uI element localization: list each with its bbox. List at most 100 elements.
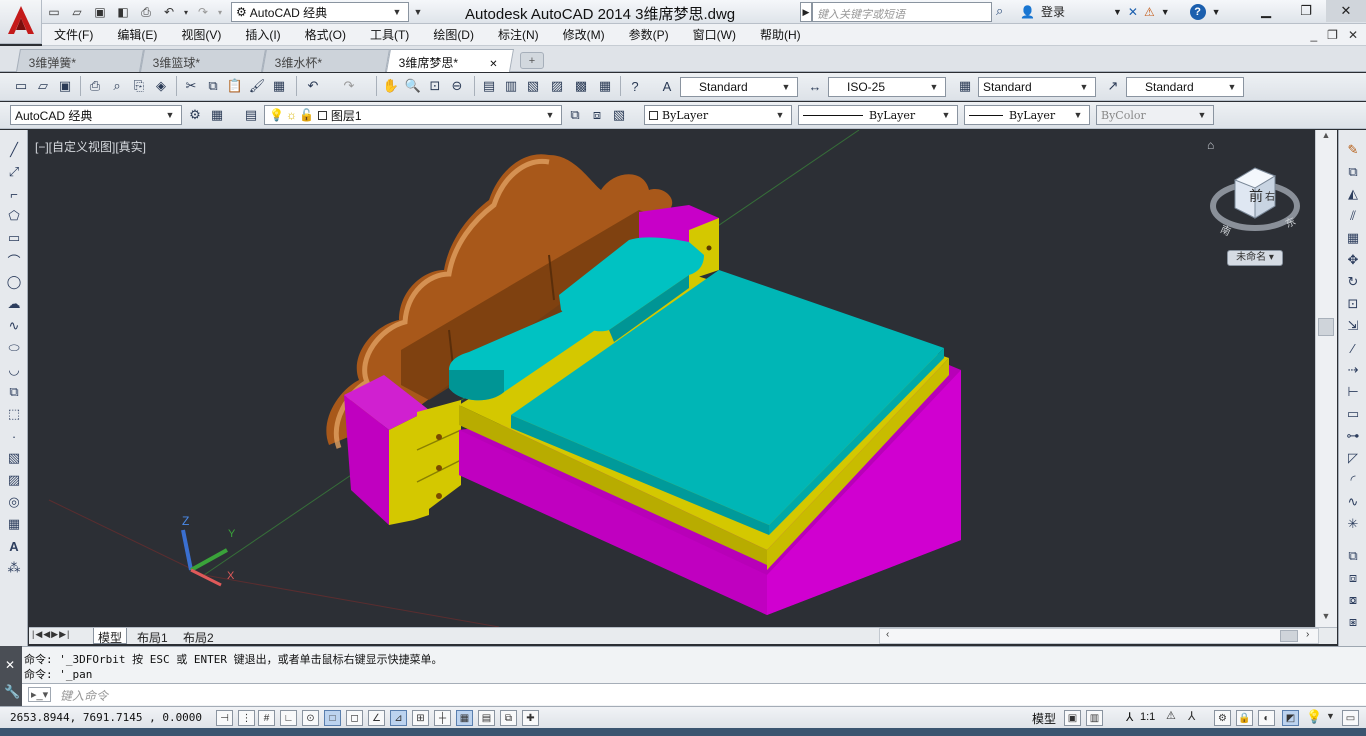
quick-view-layouts-icon[interactable]: ▣ bbox=[1064, 710, 1081, 726]
redo-dropdown-icon[interactable]: ▾ bbox=[216, 3, 224, 21]
erase-icon[interactable]: ✎ bbox=[1343, 140, 1363, 160]
menu-insert[interactable]: 插入(I) bbox=[233, 26, 292, 43]
polar-tracking-icon[interactable]: ⊙ bbox=[302, 710, 319, 726]
dynamic-input-icon[interactable]: ⊞ bbox=[412, 710, 429, 726]
tab-layout2[interactable]: 布局2 bbox=[179, 628, 218, 645]
polygon-icon[interactable]: ⬠ bbox=[4, 206, 24, 226]
qat-customize-icon[interactable]: ▼ bbox=[412, 3, 424, 21]
close-command-icon[interactable]: ✕ bbox=[5, 658, 15, 672]
annotation-scale-icon[interactable]: ⅄ bbox=[1126, 710, 1133, 724]
vertical-scrollbar[interactable]: ▲ ▼ bbox=[1315, 130, 1337, 627]
status-menu-icon[interactable]: ▼ bbox=[1326, 711, 1335, 721]
hscroll-thumb[interactable] bbox=[1280, 630, 1298, 642]
new-tab-icon[interactable]: + bbox=[520, 52, 544, 69]
mirror-icon[interactable]: ◭ bbox=[1343, 184, 1363, 204]
save-icon[interactable]: ▣ bbox=[90, 3, 110, 21]
table-style-select[interactable]: Standard ▼ bbox=[978, 77, 1096, 97]
save-icon[interactable]: ▣ bbox=[56, 77, 74, 95]
calculator-icon[interactable]: ▦ bbox=[596, 77, 614, 95]
linetype-select[interactable]: ByLayer ▼ bbox=[798, 105, 958, 125]
menu-edit[interactable]: 编辑(E) bbox=[105, 26, 169, 43]
layer-state-icon[interactable]: ▧ bbox=[610, 106, 628, 124]
ucs-menu[interactable]: 未命名 ▾ bbox=[1227, 250, 1283, 266]
doc-tab[interactable]: 3维弹簧* bbox=[15, 49, 145, 72]
plot-icon[interactable]: ⎙ bbox=[86, 77, 104, 95]
drawing-viewport[interactable]: [−][自定义视图][真实] Z Y X ⌂ 前 右 南 东 未命名 ▾ bbox=[29, 130, 1315, 627]
plot-preview-icon[interactable]: ⌕ bbox=[108, 77, 126, 95]
text-style-select[interactable]: Standard ▼ bbox=[680, 77, 798, 97]
scroll-thumb[interactable] bbox=[1318, 318, 1334, 336]
object-snap-tracking-icon[interactable]: ∠ bbox=[368, 710, 385, 726]
zoom-window-icon[interactable]: ⊡ bbox=[426, 77, 444, 95]
scroll-up-icon[interactable]: ▲ bbox=[1318, 130, 1334, 144]
isolate-objects-icon[interactable]: ◩ bbox=[1282, 710, 1299, 726]
menu-draw[interactable]: 绘图(D) bbox=[421, 26, 486, 43]
tab-model[interactable]: 模型 bbox=[93, 628, 128, 645]
workspace-switcher[interactable]: ⚙ AutoCAD 经典 ▼ bbox=[231, 2, 409, 22]
ellipse-arc-icon[interactable]: ◡ bbox=[4, 360, 24, 380]
hardware-acceleration-icon[interactable]: ◐ bbox=[1258, 710, 1275, 726]
scroll-left-icon[interactable]: ‹ bbox=[886, 629, 889, 640]
make-current-layer-icon[interactable]: ⧉ bbox=[566, 106, 584, 124]
table-icon[interactable]: ▦ bbox=[4, 514, 24, 534]
line-icon[interactable]: ╱ bbox=[4, 140, 24, 160]
help-icon[interactable]: ? bbox=[626, 77, 644, 95]
hatch-icon[interactable]: ▧ bbox=[4, 448, 24, 468]
infer-constraints-icon[interactable]: ⊣ bbox=[216, 710, 233, 726]
menu-tools[interactable]: 工具(T) bbox=[358, 26, 421, 43]
fillet-icon[interactable]: ◜ bbox=[1343, 470, 1363, 490]
gradient-icon[interactable]: ▨ bbox=[4, 470, 24, 490]
zoom-realtime-icon[interactable]: 🔍 bbox=[404, 77, 422, 95]
object-snap-icon[interactable]: □ bbox=[324, 710, 341, 726]
grid-display-icon[interactable]: # bbox=[258, 710, 275, 726]
scroll-down-icon[interactable]: ▼ bbox=[1318, 611, 1334, 625]
revision-cloud-icon[interactable]: ☁ bbox=[4, 294, 24, 314]
layer-previous-icon[interactable]: ⧈ bbox=[588, 106, 606, 124]
home-icon[interactable]: ⌂ bbox=[1207, 138, 1214, 152]
restore-icon[interactable]: ❐ bbox=[1286, 0, 1326, 22]
3d-object-snap-icon[interactable]: ◻ bbox=[346, 710, 363, 726]
command-input[interactable]: 键入命令 bbox=[60, 687, 108, 704]
doc-tab[interactable]: 3维篮球* bbox=[139, 49, 267, 72]
3d-print-icon[interactable]: ◈ bbox=[152, 77, 170, 95]
color-select[interactable]: ByLayer ▼ bbox=[644, 105, 792, 125]
quick-properties-icon[interactable]: ▤ bbox=[478, 710, 495, 726]
rotate-icon[interactable]: ↻ bbox=[1343, 272, 1363, 292]
annotation-scale-value[interactable]: 1:1 bbox=[1140, 711, 1155, 723]
offset-icon[interactable]: ⫽ bbox=[1343, 206, 1363, 226]
minimize-icon[interactable]: ▁ bbox=[1246, 0, 1286, 22]
customize-icon[interactable]: ▦ bbox=[208, 106, 226, 124]
workspace-select[interactable]: AutoCAD 经典 ▼ bbox=[10, 105, 182, 125]
menu-dimension[interactable]: 标注(N) bbox=[486, 26, 551, 43]
user-icon[interactable]: 👤 bbox=[1020, 5, 1035, 19]
annotation-monitor-icon[interactable]: ✚ bbox=[522, 710, 539, 726]
pan-icon[interactable]: ✋ bbox=[382, 77, 400, 95]
undo-dropdown-icon[interactable]: ▾ bbox=[182, 3, 190, 21]
save-as-icon[interactable]: ◧ bbox=[113, 3, 133, 21]
horizontal-scrollbar[interactable]: ‹ › bbox=[879, 628, 1319, 644]
menu-file[interactable]: 文件(F) bbox=[42, 26, 105, 43]
doc-close-icon[interactable]: ✕ bbox=[1348, 28, 1358, 42]
bring-to-front-icon[interactable]: ⧈ bbox=[1343, 568, 1363, 588]
undo-icon[interactable]: ↶ bbox=[304, 77, 322, 95]
viewcube-right-label[interactable]: 右 bbox=[1265, 188, 1275, 203]
search-input[interactable]: 键入关键字或短语 bbox=[812, 2, 992, 22]
break-icon[interactable]: ▭ bbox=[1343, 404, 1363, 424]
circle-icon[interactable]: ◯ bbox=[4, 272, 24, 292]
help-icon[interactable]: ? bbox=[1189, 3, 1206, 20]
quick-view-drawings-icon[interactable]: ▥ bbox=[1086, 710, 1103, 726]
copy-icon[interactable]: ⧉ bbox=[204, 77, 222, 95]
auto-scale-icon[interactable]: ⅄ bbox=[1188, 709, 1195, 723]
markup-icon[interactable]: ▩ bbox=[572, 77, 590, 95]
menu-format[interactable]: 格式(O) bbox=[293, 26, 358, 43]
exchange-icon[interactable]: ✕ bbox=[1128, 5, 1138, 19]
command-customize-icon[interactable]: 🔧 bbox=[4, 684, 20, 700]
scroll-right-icon[interactable]: › bbox=[1306, 629, 1309, 640]
transparency-icon[interactable]: ▦ bbox=[456, 710, 473, 726]
insert-block-icon[interactable]: ⧉ bbox=[4, 382, 24, 402]
open-icon[interactable]: ▱ bbox=[34, 77, 52, 95]
rectangle-icon[interactable]: ▭ bbox=[4, 228, 24, 248]
zoom-previous-icon[interactable]: ⊖ bbox=[448, 77, 466, 95]
region-icon[interactable]: ◎ bbox=[4, 492, 24, 512]
dynamic-ucs-icon[interactable]: ⊿ bbox=[390, 710, 407, 726]
